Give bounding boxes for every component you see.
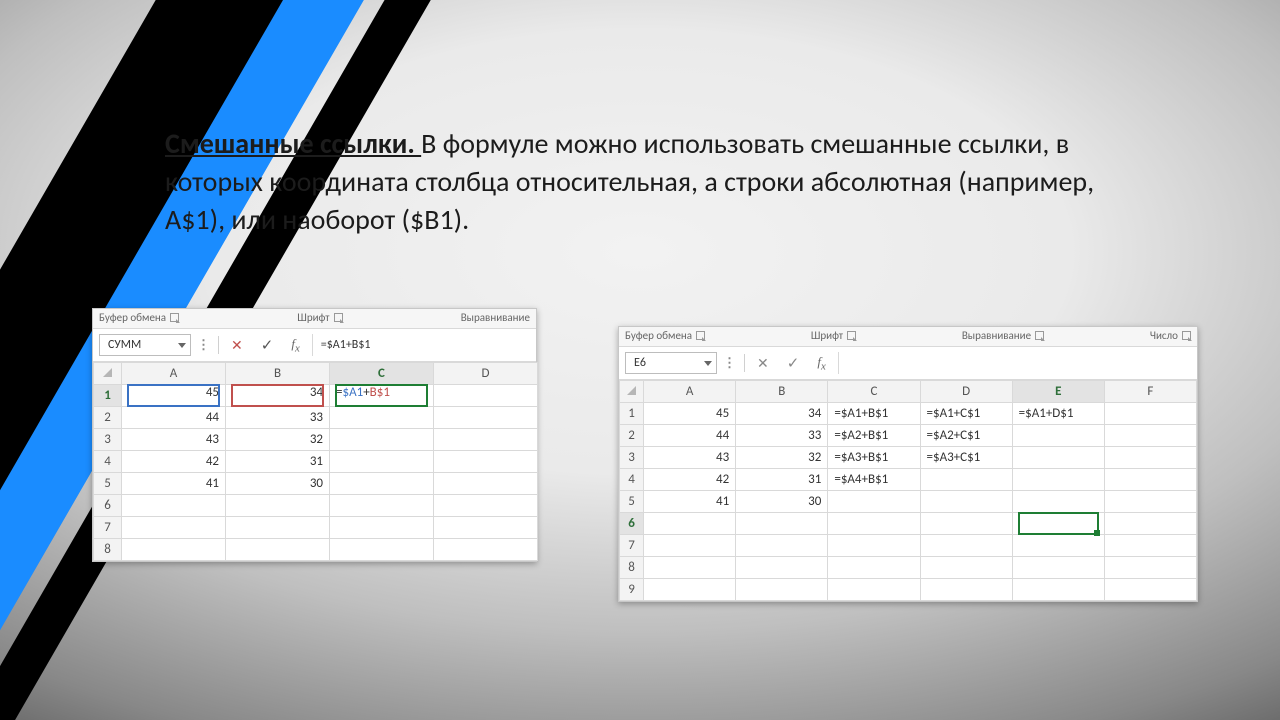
col-header[interactable]: C [828,381,920,403]
formula-input[interactable]: =$A1+B$1 [312,334,530,356]
excel-panel-left: Буфер обмена Шрифт Выравнивание СУММ ⋮ ✕… [92,308,537,562]
dialog-launcher-icon[interactable] [696,331,705,340]
select-all-corner[interactable] [94,363,122,385]
active-cell[interactable]: =$A1+B$1 [330,385,434,407]
dialog-launcher-icon[interactable] [334,313,343,322]
formula-bar: СУММ ⋮ ✕ ✓ fx =$A1+B$1 [93,329,536,362]
cell[interactable]: 34 [226,385,330,407]
active-cell-border [1018,512,1099,535]
functions-menu-icon[interactable]: ⋮ [197,338,212,353]
dialog-launcher-icon[interactable] [1182,331,1191,340]
chevron-down-icon[interactable] [178,343,186,348]
dialog-launcher-icon[interactable] [170,313,179,322]
col-header[interactable]: E [1012,381,1104,403]
col-header[interactable]: F [1104,381,1196,403]
insert-function-button[interactable]: fx [811,354,831,373]
formula-input[interactable] [838,352,1191,374]
name-box-value: СУММ [108,338,141,352]
name-box[interactable]: СУММ [99,334,191,356]
cell[interactable] [434,385,538,407]
dialog-launcher-icon[interactable] [847,331,856,340]
ribbon-group-labels: Буфер обмена Шрифт Выравнивание Число [619,327,1197,347]
row-header[interactable]: 1 [94,385,122,407]
col-header[interactable]: A [122,363,226,385]
formula-bar: E6 ⋮ ✕ ✓ fx [619,347,1197,380]
confirm-edit-button[interactable]: ✓ [255,336,280,355]
slide-body-text: Смешанные ссылки. В формуле можно исполь… [165,125,1135,238]
slide-title: Смешанные ссылки. [165,126,421,161]
select-all-corner[interactable] [620,381,644,403]
name-box-value: E6 [634,356,646,370]
cell[interactable]: 45 [122,385,226,407]
cancel-edit-button: ✕ [751,355,775,372]
spreadsheet-grid[interactable]: A B C D 1 45 34 =$A1+B$1 24433 34332 442… [93,362,538,561]
col-header[interactable]: D [434,363,538,385]
spreadsheet-grid[interactable]: A B C D E F 1 45 34 =$A1+B$1 =$A1+C$1 =$… [619,380,1197,601]
insert-function-button[interactable]: fx [285,336,305,355]
cancel-edit-button[interactable]: ✕ [225,337,249,354]
col-header[interactable]: A [644,381,736,403]
confirm-edit-button: ✓ [781,354,806,373]
col-header[interactable]: B [736,381,828,403]
ribbon-group-labels: Буфер обмена Шрифт Выравнивание [93,309,536,329]
col-header[interactable]: D [920,381,1012,403]
name-box[interactable]: E6 [625,352,717,374]
dialog-launcher-icon[interactable] [1035,331,1044,340]
col-header[interactable]: C [330,363,434,385]
active-cell[interactable] [1012,513,1104,535]
chevron-down-icon[interactable] [704,361,712,366]
excel-panel-right: Буфер обмена Шрифт Выравнивание Число E6… [618,326,1198,602]
col-header[interactable]: B [226,363,330,385]
functions-menu-icon[interactable]: ⋮ [723,356,738,371]
